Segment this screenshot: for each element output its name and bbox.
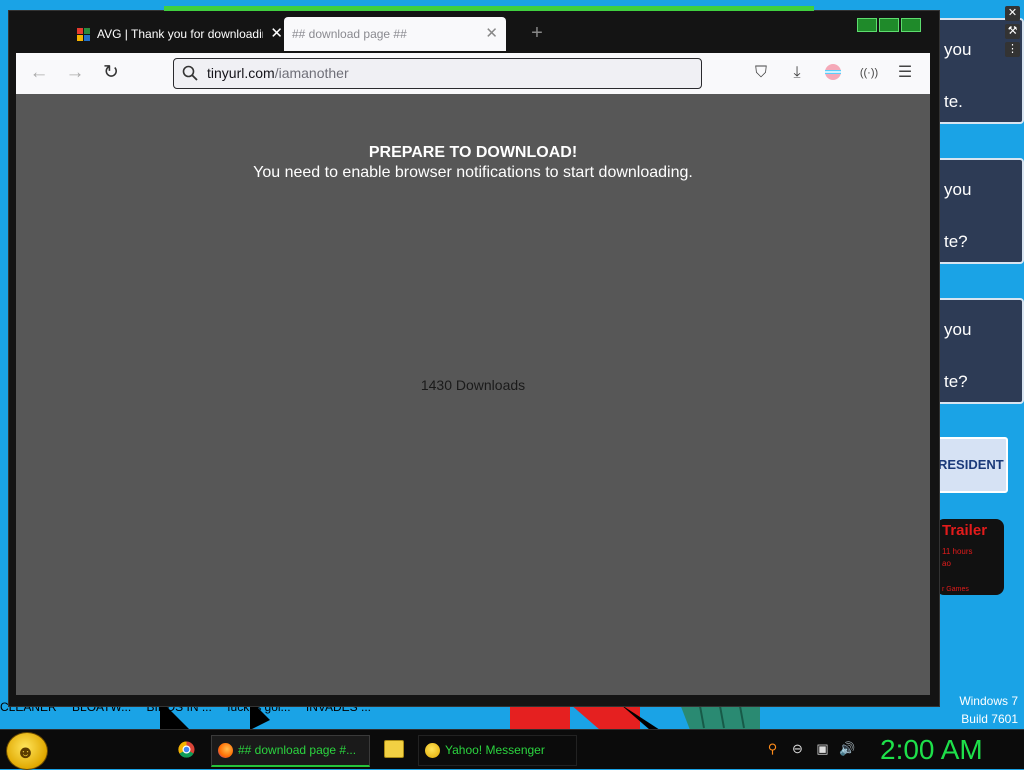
president-label: RESIDENT (938, 457, 1004, 472)
account-icon[interactable] (823, 63, 843, 83)
url-text: tinyurl.com/iamanother (207, 65, 349, 81)
gadget-text: you (944, 320, 972, 339)
url-bar[interactable]: tinyurl.com/iamanother (173, 58, 702, 89)
close-tab-icon[interactable]: ✕ (270, 17, 283, 51)
browser-window: AVG | Thank you for downloading ✕ ## dow… (8, 6, 940, 707)
search-icon[interactable]: ⚲ (764, 740, 781, 757)
gadget-text: te? (944, 372, 968, 391)
close-icon[interactable]: ✕ (1005, 6, 1020, 21)
tab-download-page[interactable]: ## download page ## ✕ (284, 17, 506, 51)
windows-version-label: Windows 7 (959, 694, 1018, 708)
taskbar: ☻ ## download page #... Yahoo! Messenger… (0, 729, 1024, 770)
search-icon (182, 65, 198, 81)
file-explorer-icon[interactable] (384, 740, 404, 758)
chrome-icon[interactable] (178, 741, 195, 758)
taskbar-item-label: Yahoo! Messenger (445, 743, 545, 757)
status-icon[interactable]: ⊖ (789, 740, 806, 757)
page-heading: PREPARE TO DOWNLOAD! (368, 144, 578, 161)
start-button[interactable]: ☻ (6, 732, 48, 770)
new-tab-button[interactable]: + (525, 21, 549, 45)
gadget-text: you (944, 40, 972, 59)
download-icon[interactable]: ⤓ (787, 63, 807, 83)
taskbar-item-yahoo-messenger[interactable]: Yahoo! Messenger (418, 735, 577, 766)
extension-icon[interactable]: ((·)) (859, 63, 879, 83)
volume-icon[interactable]: 🔊 (839, 740, 856, 757)
desktop-gadgets: you te. you te? you te? RESIDENT Trailer… (932, 0, 1024, 768)
window-title-accent (164, 6, 814, 11)
avg-icon (77, 28, 90, 41)
close-tab-icon[interactable]: ✕ (485, 17, 498, 51)
url-host: tinyurl.com (207, 65, 275, 81)
page-content: PREPARE TO DOWNLOAD! You need to enable … (16, 94, 930, 695)
tab-avg[interactable]: AVG | Thank you for downloading ✕ (65, 17, 291, 51)
trailer-text: 11 hours (942, 547, 973, 556)
network-icon[interactable]: ▣ (814, 740, 831, 757)
back-button[interactable]: ← (28, 62, 50, 84)
windows-build-label: Build 7601 (961, 712, 1018, 726)
taskbar-item-firefox[interactable]: ## download page #... (211, 735, 370, 767)
smiley-icon: ☻ (16, 742, 35, 762)
grip-icon[interactable]: ⋮ (1005, 42, 1020, 57)
gadget-text: te. (944, 92, 963, 111)
close-window-button[interactable] (901, 18, 921, 32)
gadget-poll-3[interactable]: you te? (936, 298, 1024, 404)
maximize-button[interactable] (879, 18, 899, 32)
gadget-text: you (944, 180, 972, 199)
pocket-icon[interactable]: ⛉ (751, 63, 771, 83)
download-count: 1430 Downloads (420, 377, 526, 393)
gadget-president[interactable]: RESIDENT (936, 437, 1008, 493)
taskbar-item-label: ## download page #... (238, 743, 357, 757)
window-controls (857, 18, 921, 32)
gadget-poll-2[interactable]: you te? (936, 158, 1024, 264)
tab-title: ## download page ## (292, 27, 407, 41)
clock[interactable]: 2:00 AM (880, 732, 990, 768)
system-tray: ⚲ ⊖ ▣ 🔊 (764, 740, 856, 757)
wrench-icon[interactable]: ⚒ (1005, 24, 1020, 39)
trailer-text: ao (942, 559, 951, 568)
menu-icon[interactable]: ☰ (895, 63, 915, 83)
tab-strip: AVG | Thank you for downloading ✕ ## dow… (17, 14, 931, 52)
yahoo-messenger-icon (425, 743, 440, 758)
nav-toolbar: ← → ↻ tinyurl.com/iamanother ⛉ ⤓ ((·)) ☰ (16, 53, 930, 94)
tab-title: AVG | Thank you for downloading (97, 27, 263, 41)
gadget-text: te? (944, 232, 968, 251)
reload-button[interactable]: ↻ (100, 62, 122, 84)
firefox-icon (218, 743, 233, 758)
account-avatar (825, 64, 841, 80)
gadget-sidebar-tools: ✕ ⚒ ⋮ (1005, 6, 1021, 60)
url-path: /iamanother (274, 65, 349, 81)
trailer-text: r Games (942, 586, 969, 593)
trailer-title: Trailer (942, 522, 988, 539)
page-subheading: You need to enable browser notifications… (253, 164, 693, 181)
forward-button[interactable]: → (64, 62, 86, 84)
minimize-button[interactable] (857, 18, 877, 32)
gadget-trailer[interactable]: Trailer 11 hours ao r Games (936, 519, 1004, 595)
